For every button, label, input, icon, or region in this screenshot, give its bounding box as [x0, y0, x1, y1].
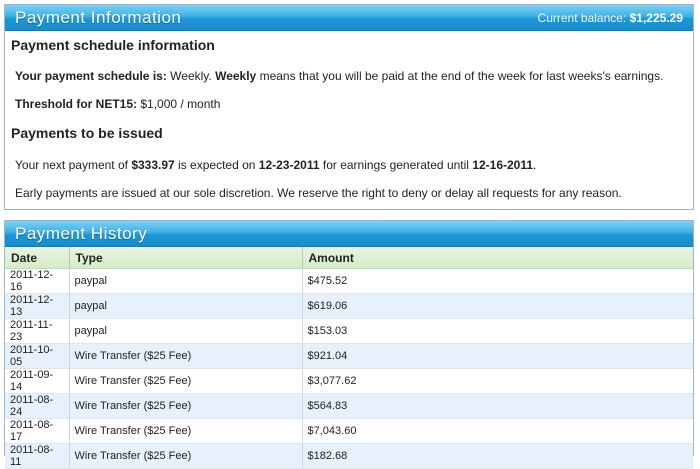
column-header-amount[interactable]: Amount [302, 247, 693, 269]
table-header-row: Date Type Amount [5, 247, 693, 269]
payment-information-panel: Payment Information Current balance: $1,… [4, 4, 694, 210]
issued-heading: Payments to be issued [11, 125, 163, 141]
cell-date: 2011-11-23 [5, 318, 70, 344]
schedule-value: Weekly. [170, 69, 212, 83]
next-payment-amount: $333.97 [131, 158, 175, 172]
table-row: 2011-08-17 Wire Transfer ($25 Fee) $7,04… [5, 418, 693, 444]
cell-amount: $475.52 [302, 268, 693, 294]
table-row: 2011-12-16 paypal $475.52 [5, 268, 693, 294]
next-payment-pre: Your next payment of [15, 158, 128, 172]
next-payment-post: . [533, 158, 537, 172]
cell-date: 2011-08-24 [5, 393, 70, 419]
balance-value: $1,225.29 [629, 10, 683, 25]
column-header-type[interactable]: Type [69, 247, 303, 269]
threshold-label: Threshold for NET15: [15, 97, 138, 111]
table-row: 2011-09-14 Wire Transfer ($25 Fee) $3,07… [5, 368, 693, 394]
payment-history-table: Date Type Amount 2011-12-16 paypal $475.… [5, 247, 693, 469]
cell-type: paypal [69, 268, 303, 294]
table-row: 2011-08-11 Wire Transfer ($25 Fee) $182.… [5, 443, 693, 469]
cell-date: 2011-09-14 [5, 368, 70, 394]
schedule-heading: Payment schedule information [11, 37, 215, 53]
threshold-value: $1,000 / month [140, 97, 221, 111]
threshold-line: Threshold for NET15: $1,000 / month [15, 97, 220, 111]
cell-date: 2011-08-17 [5, 418, 70, 444]
payment-history-panel: Payment History Date Type Amount 2011-12… [4, 220, 694, 469]
cell-type: Wire Transfer ($25 Fee) [69, 343, 303, 369]
cell-amount: $182.68 [302, 443, 693, 469]
cell-amount: $921.04 [302, 343, 693, 369]
cell-amount: $7,043.60 [302, 418, 693, 444]
schedule-label: Your payment schedule is: [15, 69, 167, 83]
table-row: 2011-12-13 paypal $619.06 [5, 293, 693, 319]
cell-type: Wire Transfer ($25 Fee) [69, 393, 303, 419]
cell-type: Wire Transfer ($25 Fee) [69, 368, 303, 394]
schedule-desc-bold: Weekly [215, 69, 257, 83]
balance-label: Current balance: [537, 10, 627, 25]
next-payment-mid2: for earnings generated until [322, 158, 469, 172]
cell-amount: $619.06 [302, 293, 693, 319]
panel-title: Payment History [15, 223, 148, 243]
cell-date: 2011-10-05 [5, 343, 70, 369]
schedule-line: Your payment schedule is: Weekly. Weekly… [15, 69, 663, 83]
current-balance: Current balance: $1,225.29 [538, 11, 683, 25]
early-payments-note: Early payments are issued at our sole di… [15, 186, 622, 200]
panel-title: Payment Information [15, 7, 182, 27]
cell-type: Wire Transfer ($25 Fee) [69, 443, 303, 469]
cell-amount: $3,077.62 [302, 368, 693, 394]
next-payment-mid: is expected on [178, 158, 256, 172]
cell-date: 2011-08-11 [5, 443, 70, 469]
cell-type: paypal [69, 293, 303, 319]
cell-type: Wire Transfer ($25 Fee) [69, 418, 303, 444]
cell-type: paypal [69, 318, 303, 344]
next-payment-date: 12-23-2011 [258, 158, 320, 172]
cell-date: 2011-12-13 [5, 293, 70, 319]
table-row: 2011-11-23 paypal $153.03 [5, 318, 693, 344]
payment-information-header: Payment Information Current balance: $1,… [5, 5, 693, 31]
column-header-date[interactable]: Date [5, 247, 70, 269]
next-payment-line: Your next payment of $333.97 is expected… [15, 158, 536, 172]
cell-amount: $153.03 [302, 318, 693, 344]
payment-history-header: Payment History [5, 221, 693, 247]
table-row: 2011-08-24 Wire Transfer ($25 Fee) $564.… [5, 393, 693, 419]
table-row: 2011-10-05 Wire Transfer ($25 Fee) $921.… [5, 343, 693, 369]
cell-amount: $564.83 [302, 393, 693, 419]
cell-date: 2011-12-16 [5, 268, 70, 294]
next-payment-until: 12-16-2011 [472, 158, 534, 172]
schedule-desc: means that you will be paid at the end o… [259, 69, 664, 83]
